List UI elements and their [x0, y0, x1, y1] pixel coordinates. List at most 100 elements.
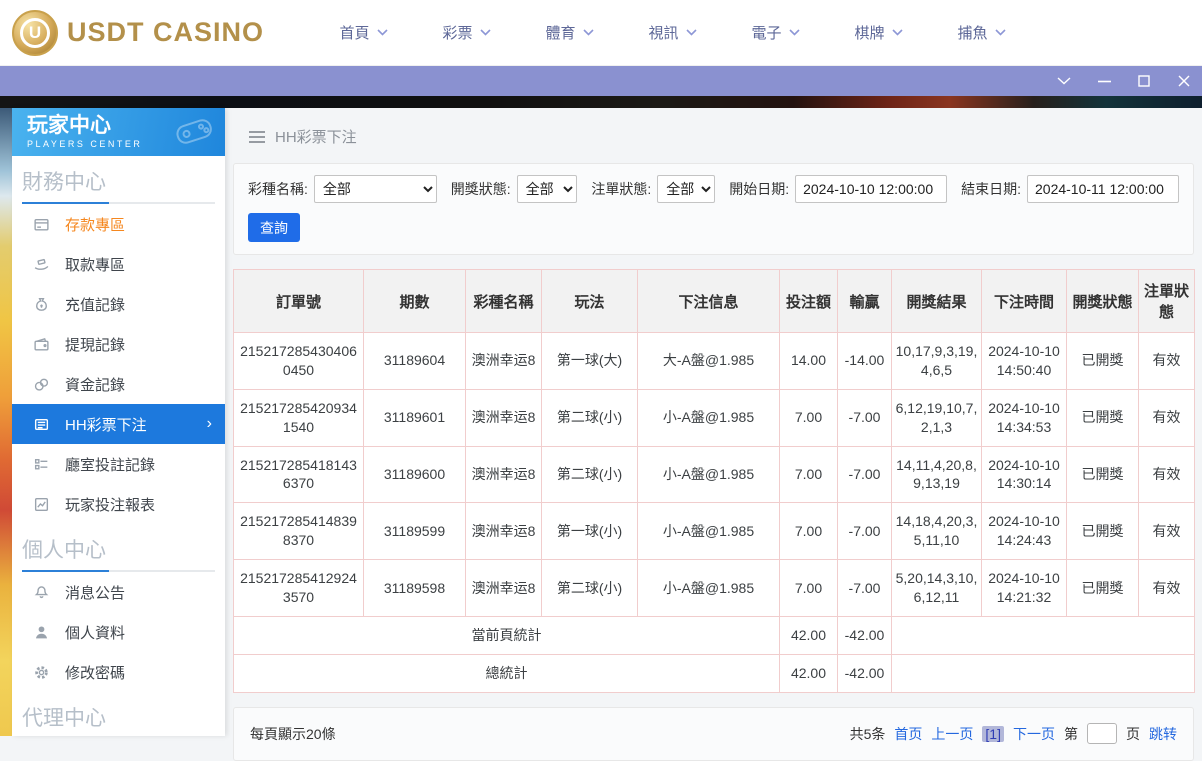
sidebar-item-label: 修改密碼 — [65, 664, 126, 682]
sidebar-item-1-2[interactable]: 修改密碼 — [12, 652, 225, 692]
summary-bet-total: 42.00 — [779, 615, 838, 655]
search-button[interactable]: 查詢 — [248, 213, 300, 242]
site-logo[interactable]: U USDT CASINO — [12, 9, 264, 56]
nav-item-1[interactable]: 彩票 — [415, 22, 518, 43]
sidebar-item-0-5[interactable]: HH彩票下注 › — [12, 404, 225, 444]
cell-r2-c3: 第二球(小) — [541, 445, 638, 504]
bell-icon — [32, 583, 50, 601]
close-icon[interactable] — [1176, 73, 1192, 89]
cell-r0-c5: 14.00 — [779, 332, 838, 390]
sidebar-item-0-3[interactable]: 提現記錄 — [12, 324, 225, 364]
cell-r1-c4: 小-A盤@1.985 — [637, 388, 780, 447]
sidebar-item-label: 玩家投注報表 — [65, 496, 156, 514]
cell-r4-c7: 5,20,14,3,10,6,12,11 — [891, 559, 982, 617]
background-photo-strip — [0, 96, 1202, 108]
total-count-text: 共5条 — [849, 725, 886, 742]
main-content: HH彩票下注 彩種名稱: 全部 開獎狀態: 全部 注單狀態: 全部 開始日期: … — [225, 108, 1202, 761]
column-header-2: 彩種名稱 — [465, 269, 542, 333]
jump-prefix-label: 第 — [1064, 725, 1078, 742]
page-size-text: 每頁顯示20條 — [250, 725, 336, 742]
cell-r3-c6: -7.00 — [837, 502, 892, 561]
chevron-down-icon — [479, 29, 491, 36]
summary-row-0: 當前頁統計 42.00 -42.00 — [233, 615, 1195, 655]
cell-r1-c7: 6,12,19,10,7,2,1,3 — [891, 388, 982, 447]
column-header-6: 輸贏 — [837, 269, 892, 333]
cell-r2-c7: 14,11,4,20,8,9,13,19 — [891, 445, 982, 504]
draw-status-select[interactable]: 全部 — [516, 175, 578, 203]
next-page-link[interactable]: 下一页 — [1013, 724, 1055, 744]
nav-item-4[interactable]: 電子 — [724, 22, 827, 43]
nav-item-5[interactable]: 棋牌 — [827, 22, 930, 43]
start-date-input[interactable] — [795, 175, 948, 203]
summary-label: 總統計 — [233, 653, 780, 693]
cell-r1-c5: 7.00 — [779, 388, 838, 447]
sidebar-item-1-1[interactable]: 個人資料 — [12, 612, 225, 652]
cell-r3-c10: 有效 — [1138, 502, 1195, 561]
sidebar-item-0-0[interactable]: 存款專區 — [12, 204, 225, 244]
sidebar-item-0-6[interactable]: 廳室投註記錄 — [12, 444, 225, 484]
sidebar-item-label: 個人資料 — [65, 624, 126, 642]
top-site-bar: U USDT CASINO 首頁 彩票 體育 視訊 電子 棋牌 捕魚 — [0, 0, 1202, 66]
jump-page-input[interactable] — [1087, 723, 1117, 745]
nav-item-label: 彩票 — [442, 25, 473, 42]
sidebar-item-1-0[interactable]: 消息公告 — [12, 572, 225, 612]
nav-item-2[interactable]: 體育 — [518, 22, 621, 43]
order-status-select[interactable]: 全部 — [657, 175, 716, 203]
minimize-icon[interactable] — [1096, 73, 1112, 89]
table-row-0: 2152172854304060450 31189604 澳洲幸运8 第一球(大) 大-… — [233, 332, 1195, 390]
cell-r0-c2: 澳洲幸运8 — [465, 332, 542, 390]
logo-coin-icon: U — [12, 9, 58, 56]
page-title: HH彩票下注 — [275, 129, 357, 146]
cell-r2-c5: 7.00 — [779, 445, 838, 504]
moneybag-icon — [32, 295, 50, 313]
table-row-4: 2152172854129243570 31189598 澳洲幸运8 第二球(小) 小-… — [233, 559, 1195, 617]
background-photo-left-strip — [0, 108, 12, 736]
nav-item-6[interactable]: 捕魚 — [930, 22, 1033, 43]
window-titlebar — [0, 66, 1202, 96]
maximize-icon[interactable] — [1136, 73, 1152, 89]
nav-item-0[interactable]: 首頁 — [312, 22, 415, 43]
order-status-label: 注單狀態: — [591, 181, 652, 197]
column-header-4: 下注信息 — [637, 269, 780, 333]
sidebar-section-title-1: 個人中心 — [22, 539, 106, 562]
sidebar-item-label: 存款專區 — [65, 216, 126, 234]
user-icon — [32, 623, 50, 641]
deposit-card-icon — [32, 215, 50, 233]
window-controls — [1056, 66, 1192, 96]
lottery-name-select[interactable]: 全部 — [313, 175, 437, 203]
nav-item-label: 捕魚 — [957, 25, 988, 42]
cell-r0-c7: 10,17,9,3,19,4,6,5 — [891, 332, 982, 390]
report-chart-icon — [32, 495, 50, 513]
prev-page-link[interactable]: 上一页 — [931, 724, 973, 744]
cell-r3-c0: 2152172854148398370 — [233, 502, 364, 561]
end-date-input[interactable] — [1027, 175, 1179, 203]
cell-r3-c5: 7.00 — [779, 502, 838, 561]
coins-icon — [32, 375, 50, 393]
bets-table-wrap: 訂單號 期數 彩種名稱 玩法 下注信息 投注額 輸贏 開獎結果 下注時間 開獎狀態 注單狀態 215… — [233, 269, 1195, 693]
wallet-icon — [32, 335, 50, 353]
cell-r2-c2: 澳洲幸运8 — [465, 445, 542, 504]
jump-action-link[interactable]: 跳转 — [1149, 724, 1177, 744]
cell-r1-c3: 第二球(小) — [541, 388, 638, 447]
chevron-right-icon: › — [206, 415, 212, 432]
table-row-3: 2152172854148398370 31189599 澳洲幸运8 第一球(小) 小-… — [233, 502, 1195, 561]
sidebar-item-0-7[interactable]: 玩家投注報表 — [12, 484, 225, 524]
summary-empty-cell — [891, 615, 1195, 655]
window-dropdown-chevron-icon[interactable] — [1056, 73, 1072, 89]
sidebar-item-0-4[interactable]: 資金記錄 — [12, 364, 225, 404]
column-header-1: 期數 — [363, 269, 466, 333]
cell-r0-c6: -14.00 — [837, 332, 892, 390]
sidebar-item-label: 提現記錄 — [65, 336, 126, 354]
ticket-list-icon — [32, 415, 50, 433]
nav-item-3[interactable]: 視訊 — [621, 22, 724, 43]
cell-r3-c7: 14,18,4,20,3,5,11,10 — [891, 502, 982, 561]
sidebar-item-0-2[interactable]: 充值記錄 — [12, 284, 225, 324]
chevron-down-icon — [376, 29, 388, 36]
gamepad-icon — [171, 114, 217, 148]
sidebar-item-label: 充值記錄 — [65, 296, 126, 314]
hamburger-icon[interactable] — [249, 130, 265, 143]
sidebar-item-0-1[interactable]: 取款專區 — [12, 244, 225, 284]
breadcrumb: HH彩票下注 — [249, 126, 1202, 147]
first-page-link[interactable]: 首页 — [894, 724, 922, 744]
nav-item-label: 電子 — [751, 25, 782, 42]
